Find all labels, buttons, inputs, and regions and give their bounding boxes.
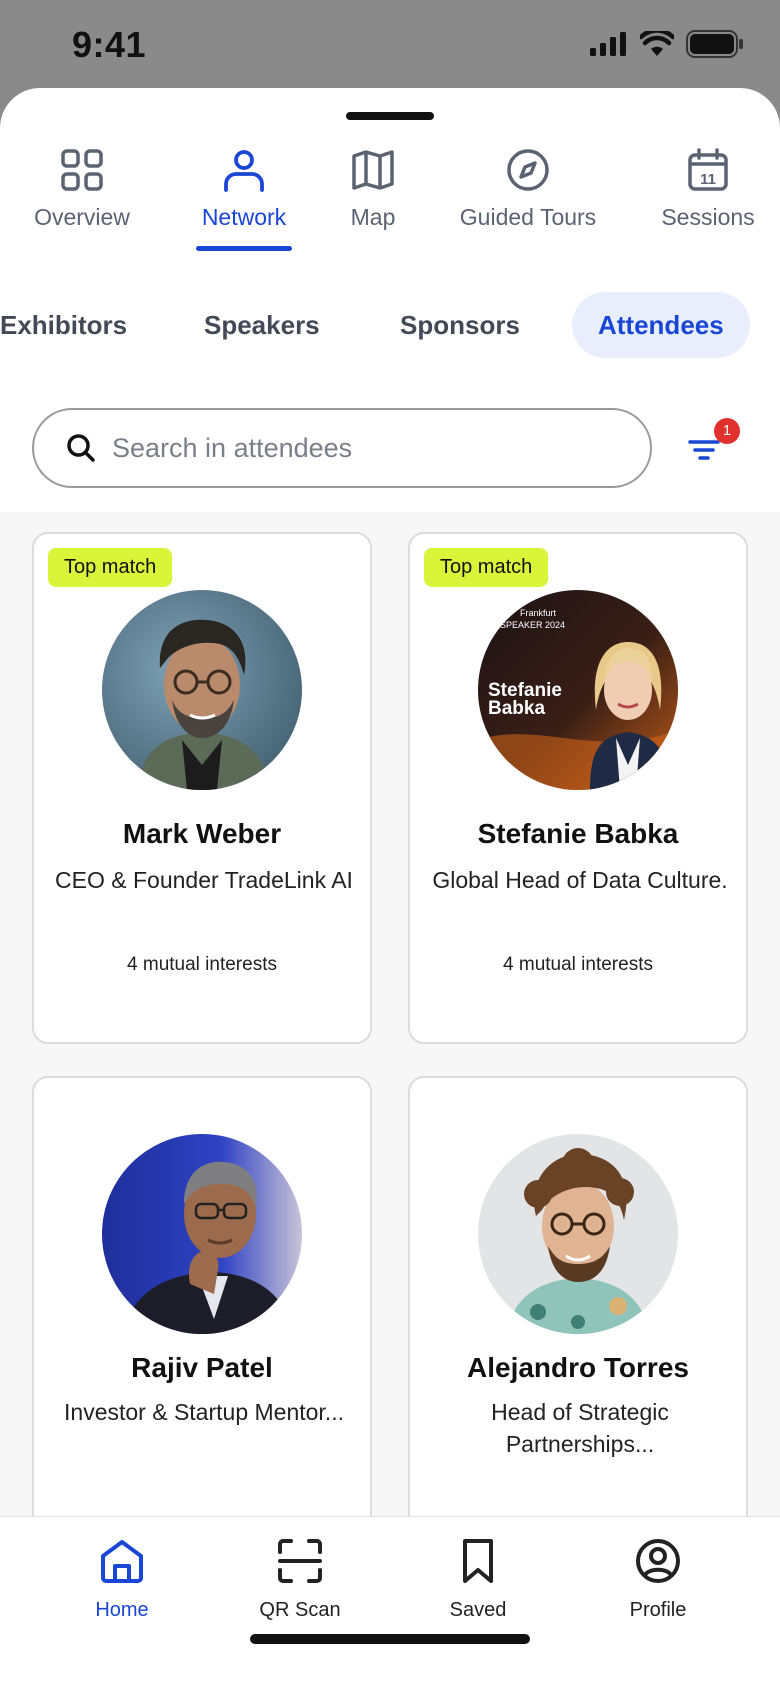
person-icon xyxy=(220,146,268,194)
bottom-nav: Home QR Scan Saved Profile xyxy=(0,1516,780,1688)
category-attendees[interactable]: Attendees xyxy=(572,292,750,358)
status-bar: 9:41 xyxy=(0,0,780,88)
bottom-nav-profile-label: Profile xyxy=(629,1599,687,1621)
attendee-grid: Top match Mark Weber CEO & Founder Trade… xyxy=(0,512,780,1636)
map-icon xyxy=(349,146,397,194)
category-speakers[interactable]: Speakers xyxy=(204,292,320,358)
top-match-badge: Top match xyxy=(48,548,173,587)
active-tab-indicator xyxy=(196,246,292,251)
tab-overview-label: Overview xyxy=(34,204,130,230)
home-icon xyxy=(96,1535,148,1587)
tab-network-label: Network xyxy=(201,204,287,230)
grid-icon xyxy=(58,146,106,194)
bottom-nav-home-label: Home xyxy=(95,1599,149,1621)
filter-button[interactable]: 1 xyxy=(686,418,740,474)
bottom-nav-profile[interactable]: Profile xyxy=(578,1535,738,1622)
bookmark-icon xyxy=(452,1535,504,1587)
avatar xyxy=(102,590,302,790)
svg-text:11: 11 xyxy=(700,171,716,188)
wifi-icon xyxy=(640,31,674,56)
bottom-nav-saved-label: Saved xyxy=(449,1599,507,1621)
search-input[interactable] xyxy=(112,432,572,464)
attendee-card[interactable]: Top match Mark Weber CEO & Founder Trade… xyxy=(32,532,372,1044)
bottom-nav-qr-scan-label: QR Scan xyxy=(259,1599,341,1621)
home-indicator xyxy=(250,1634,530,1644)
attendee-role: Global Head of Data Culture. xyxy=(432,867,728,893)
bottom-nav-qr-scan[interactable]: QR Scan xyxy=(220,1535,380,1622)
attendee-name: Stefanie Babka xyxy=(477,818,679,849)
calendar-icon: 11 xyxy=(684,146,732,194)
tab-overview[interactable]: Overview xyxy=(28,146,136,231)
category-tabs: Exhibitors Speakers Sponsors Attendees xyxy=(0,292,780,358)
tab-guided-tours-label: Guided Tours xyxy=(459,204,597,230)
cellular-signal-icon xyxy=(590,32,626,56)
attendee-name: Rajiv Patel xyxy=(131,1352,273,1383)
category-exhibitors[interactable]: Exhibitors xyxy=(0,292,127,358)
attendee-name: Alejandro Torres xyxy=(467,1352,689,1383)
avatar-caption: Babka xyxy=(488,698,545,719)
category-sponsors[interactable]: Sponsors xyxy=(400,292,520,358)
battery-icon xyxy=(686,30,743,58)
filter-count-badge: 1 xyxy=(714,418,740,444)
qr-scan-icon xyxy=(274,1535,326,1587)
top-match-badge: Top match xyxy=(424,548,549,587)
profile-icon xyxy=(632,1535,684,1587)
avatar xyxy=(102,1134,302,1334)
attendee-role: CEO & Founder TradeLink AI xyxy=(55,867,353,893)
top-nav: Overview Network Map Guided Tours 11 Ses… xyxy=(0,146,780,256)
tab-network[interactable]: Network xyxy=(194,146,294,231)
tab-map[interactable]: Map xyxy=(340,146,406,231)
status-icons xyxy=(590,30,744,58)
attendee-card[interactable]: Top match Frankfurt SPEAKER 2024 Stefani… xyxy=(408,532,748,1044)
attendee-name: Mark Weber xyxy=(122,818,282,849)
bottom-nav-home[interactable]: Home xyxy=(42,1535,202,1622)
mutual-interests: 4 mutual interests xyxy=(127,954,277,975)
avatar-caption: Frankfurt xyxy=(520,608,557,618)
compass-icon xyxy=(504,146,552,194)
attendee-role: Head of Strategic Partnerships... xyxy=(491,1399,669,1457)
bottom-sheet: Overview Network Map Guided Tours 11 Ses… xyxy=(0,88,780,1688)
mutual-interests: 4 mutual interests xyxy=(503,954,653,975)
search-bar[interactable] xyxy=(32,408,652,488)
avatar-caption: SPEAKER 2024 xyxy=(500,620,565,630)
tab-sessions[interactable]: 11 Sessions xyxy=(656,146,760,231)
status-time: 9:41 xyxy=(72,24,147,65)
attendee-role: Investor & Startup Mentor... xyxy=(64,1399,344,1425)
avatar: Frankfurt SPEAKER 2024 Stefanie Babka xyxy=(478,590,678,790)
tab-map-label: Map xyxy=(350,204,396,230)
sheet-grabber[interactable] xyxy=(346,112,434,120)
search-icon xyxy=(67,434,95,462)
tab-guided-tours[interactable]: Guided Tours xyxy=(452,146,604,231)
avatar xyxy=(478,1134,678,1334)
tab-sessions-label: Sessions xyxy=(661,204,755,230)
bottom-nav-saved[interactable]: Saved xyxy=(398,1535,558,1622)
